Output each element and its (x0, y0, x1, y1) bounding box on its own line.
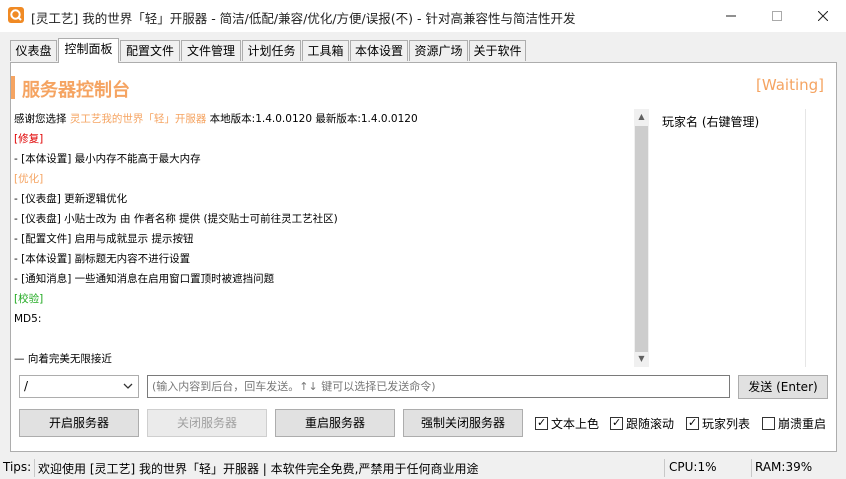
command-prefix-select[interactable]: / (19, 375, 139, 398)
tab-config-files[interactable]: 配置文件 (120, 40, 180, 61)
log-line: - [通知消息] 一些通知消息在启用窗口置顶时被遮挡问题 (14, 273, 275, 285)
tab-file-manager[interactable]: 文件管理 (181, 40, 241, 61)
auto-scroll-checkbox[interactable]: ✓ 跟随滚动 (610, 414, 674, 432)
log-line: - [仪表盘] 小贴士改为 由 作者名称 提供 (提交贴士可前往灵工艺社区) (14, 213, 338, 225)
tab-scheduled-tasks[interactable]: 计划任务 (242, 40, 301, 61)
scroll-thumb[interactable] (635, 126, 648, 352)
log-line: - [本体设置] 最小内存不能高于最大内存 (14, 153, 201, 165)
command-input[interactable] (147, 375, 730, 398)
log-line: — 向着完美无限接近 (14, 353, 112, 365)
checkmark-icon: ✓ (537, 415, 547, 429)
minimize-button[interactable] (708, 0, 754, 32)
scroll-down-icon[interactable]: ▼ (634, 351, 649, 367)
player-list-header[interactable]: 玩家名 (右键管理) (662, 113, 759, 130)
tips-text: 欢迎使用 [灵工艺] 我的世界「轻」开服器 | 本软件完全免费,严禁用于任何商业… (38, 462, 479, 476)
log-line: - [本体设置] 副标题无内容不进行设置 (14, 253, 191, 265)
scroll-up-icon[interactable]: ▲ (634, 109, 649, 125)
log-line: [校验] (14, 293, 44, 305)
maximize-button[interactable] (754, 0, 800, 32)
maximize-icon (772, 11, 782, 21)
console-log[interactable]: 感谢您选择 灵工艺我的世界「轻」开服器 本地版本:1.4.0.0120 最新版本… (12, 109, 634, 367)
player-list-divider (805, 109, 806, 367)
tab-resource-plaza[interactable]: 资源广场 (409, 40, 468, 61)
checkbox-box: ✓ (535, 415, 548, 430)
log-line: - [配置文件] 启用与成就显示 提示按钮 (14, 233, 194, 245)
app-name-highlight: 灵工艺我的世界「轻」开服器 (69, 113, 207, 125)
send-command-button[interactable]: 发送 (Enter) (738, 375, 828, 399)
log-line: MD5: (14, 313, 42, 325)
close-icon (818, 11, 828, 21)
tips-label: Tips: (3, 460, 32, 474)
console-scrollbar[interactable]: ▲ ▼ (634, 109, 649, 367)
checkmark-icon: ✓ (612, 415, 622, 429)
checkbox-box (762, 416, 775, 430)
window-title: [灵工艺] 我的世界「轻」开服器 - 简洁/低配/兼容/优化/方便/误报(不) … (31, 11, 576, 26)
minimize-icon (726, 15, 736, 17)
force-stop-server-button[interactable]: 强制关闭服务器 (403, 409, 523, 437)
page-title: 服务器控制台 (22, 80, 130, 101)
tab-control-panel[interactable]: 控制面板 (58, 38, 119, 63)
crash-restart-checkbox[interactable]: 崩溃重启 (762, 414, 826, 432)
restart-server-button[interactable]: 重启服务器 (275, 409, 395, 437)
checkbox-box: ✓ (686, 415, 699, 430)
checkmark-icon: ✓ (688, 415, 698, 429)
close-window-button[interactable] (800, 0, 846, 32)
chevron-down-icon (123, 383, 133, 389)
log-line: - [仪表盘] 更新逻辑优化 (14, 193, 128, 205)
tab-about[interactable]: 关于软件 (469, 40, 526, 61)
cpu-usage: CPU:1% (669, 460, 717, 474)
title-bar: [灵工艺] 我的世界「轻」开服器 - 简洁/低配/兼容/优化/方便/误报(不) … (0, 0, 846, 32)
tab-dashboard[interactable]: 仪表盘 (10, 40, 57, 61)
status-divider (751, 459, 752, 477)
status-divider (664, 459, 665, 477)
server-status: [Waiting] (755, 76, 824, 94)
start-server-button[interactable]: 开启服务器 (19, 409, 139, 437)
ram-usage: RAM:39% (755, 460, 813, 474)
log-line: [优化] (14, 173, 44, 185)
colorize-text-checkbox[interactable]: ✓ 文本上色 (535, 414, 599, 432)
tab-toolbox[interactable]: 工具箱 (302, 40, 349, 61)
tab-core-settings[interactable]: 本体设置 (350, 40, 408, 61)
stop-server-button[interactable]: 关闭服务器 (147, 409, 267, 437)
status-divider (34, 459, 35, 477)
command-prefix-value: / (24, 379, 29, 393)
title-accent-bar (11, 76, 15, 99)
player-list-checkbox[interactable]: ✓ 玩家列表 (686, 414, 750, 432)
checkbox-box: ✓ (610, 415, 623, 430)
app-logo-icon (8, 7, 24, 23)
log-line: 感谢您选择 灵工艺我的世界「轻」开服器 本地版本:1.4.0.0120 最新版本… (14, 113, 418, 125)
log-line: [修复] (14, 133, 44, 145)
